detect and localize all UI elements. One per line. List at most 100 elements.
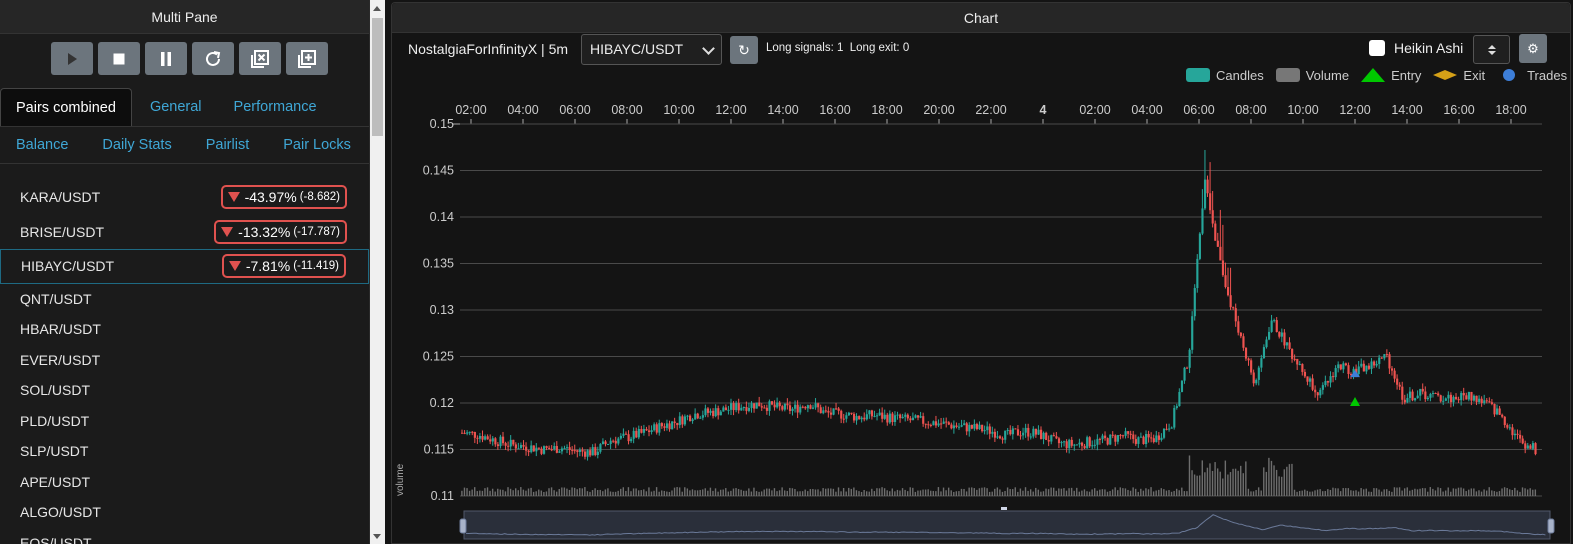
volume-bar (1040, 491, 1042, 496)
tab-pair-locks[interactable]: Pair Locks (283, 137, 351, 153)
candle (484, 436, 487, 440)
volume-bar (842, 487, 845, 496)
pause-button[interactable] (145, 42, 187, 75)
list-item[interactable]: ALGO/USDT (0, 497, 369, 528)
force-exit-button[interactable] (239, 42, 281, 75)
volume-bar (714, 488, 717, 496)
pane-scrollbar[interactable] (370, 0, 385, 544)
candlestick-chart[interactable]: 02:00 04:00 06:00 08:00 10:00 12:00 14:00 16:00… (392, 93, 1570, 544)
list-item[interactable]: QNT/USDT (0, 284, 369, 315)
candle (1283, 332, 1286, 346)
list-item[interactable]: SOL/USDT (0, 375, 369, 406)
candle (863, 417, 866, 420)
candle (1175, 406, 1178, 409)
zoom-handle-right[interactable] (1547, 518, 1555, 534)
candle (645, 429, 648, 431)
candle (1083, 445, 1086, 449)
legend-item-candles[interactable]: Candles (1185, 67, 1264, 83)
tab-balance[interactable]: Balance (16, 137, 68, 153)
tab-performance[interactable]: Performance (234, 99, 317, 115)
scrollbar-thumb[interactable] (372, 18, 383, 136)
volume-bar (522, 489, 525, 496)
candle (525, 446, 528, 451)
candle (530, 445, 533, 453)
candle (1329, 376, 1332, 383)
volume-bar (1403, 488, 1406, 496)
zoom-drag-grip[interactable] (1001, 507, 1007, 510)
tab-pairlist[interactable]: Pairlist (206, 137, 250, 153)
volume-bar (1268, 457, 1270, 496)
start-button[interactable] (51, 42, 93, 75)
candle (1390, 368, 1394, 371)
force-entry-button[interactable] (286, 42, 328, 75)
settings-button[interactable]: ⚙ (1519, 34, 1547, 63)
legend-item-volume[interactable]: Volume (1275, 67, 1349, 83)
list-item[interactable]: KARA/USDT -43.97% (-8.682) (0, 180, 369, 215)
candle (730, 403, 733, 410)
gear-icon: ⚙ (1527, 41, 1539, 56)
x-tick-label: 14:00 (767, 103, 798, 117)
candle (1150, 437, 1153, 439)
y-tick-label: 0.14 (430, 210, 454, 224)
heikin-ashi-checkbox[interactable] (1369, 40, 1385, 56)
volume-bar (1478, 490, 1480, 496)
stop-button[interactable] (98, 42, 140, 75)
candle (535, 447, 538, 452)
candle (622, 433, 625, 436)
candle (840, 410, 843, 419)
y-tick-label: 0.125 (423, 350, 454, 364)
legend-label: Entry (1391, 67, 1422, 83)
volume-bar (1170, 491, 1173, 496)
candle (696, 413, 699, 419)
heikin-ashi-toggle[interactable]: Heikin Ashi (1369, 40, 1463, 56)
reload-button[interactable] (192, 42, 234, 75)
zoom-slider[interactable] (463, 510, 1551, 540)
list-item[interactable]: EOS/USDT (0, 528, 369, 544)
volume-bar (1263, 467, 1265, 496)
candle (589, 450, 592, 456)
candle (632, 430, 635, 439)
candle (873, 415, 876, 417)
candle (735, 403, 738, 411)
list-item[interactable]: BRISE/USDT -13.32% (-17.787) (0, 215, 369, 250)
tab-pairs-combined[interactable]: Pairs combined (0, 88, 132, 126)
plot-config-select[interactable] (1473, 35, 1510, 64)
scroll-down-icon[interactable] (373, 534, 381, 539)
zoom-handle-left[interactable] (459, 518, 467, 534)
candle (1519, 434, 1522, 439)
x-tick-label: 04:00 (507, 103, 538, 117)
legend-item-entry[interactable]: Entry (1360, 67, 1421, 83)
tab-general[interactable]: General (150, 99, 202, 115)
volume-bar (584, 487, 586, 496)
list-item[interactable]: EVER/USDT (0, 345, 369, 376)
volume-bar (853, 487, 855, 496)
volume-bar (930, 490, 932, 496)
candle (1398, 384, 1401, 387)
volume-bar (622, 487, 624, 496)
volume-bar (491, 488, 494, 496)
list-item[interactable]: HBAR/USDT (0, 314, 369, 345)
candle (1086, 437, 1089, 449)
list-item[interactable]: SLP/USDT (0, 436, 369, 467)
entry-marker[interactable] (1350, 397, 1360, 406)
volume-bar (814, 489, 817, 496)
list-item[interactable]: PLD/USDT (0, 406, 369, 437)
refresh-button[interactable]: ↻ (730, 36, 758, 64)
list-item[interactable]: APE/USDT (0, 467, 369, 498)
legend-item-exit[interactable]: Exit (1432, 67, 1485, 83)
volume-bar (1001, 491, 1004, 496)
pair-select[interactable]: HIBAYC/USDT (581, 34, 722, 65)
candle (919, 416, 922, 418)
candle (699, 417, 702, 419)
tab-daily-stats[interactable]: Daily Stats (102, 137, 171, 153)
list-item-selected[interactable]: HIBAYC/USDT -7.81% (-11.419) (0, 249, 369, 284)
candle (1472, 395, 1476, 401)
candle (929, 424, 932, 426)
volume-bar (548, 488, 550, 496)
legend-item-trades[interactable]: Trades (1496, 67, 1567, 83)
candle (886, 414, 889, 423)
volume-bar (807, 491, 809, 496)
pair-name: HBAR/USDT (20, 321, 101, 338)
caret-up-icon (1488, 45, 1496, 49)
scroll-up-icon[interactable] (373, 6, 381, 11)
